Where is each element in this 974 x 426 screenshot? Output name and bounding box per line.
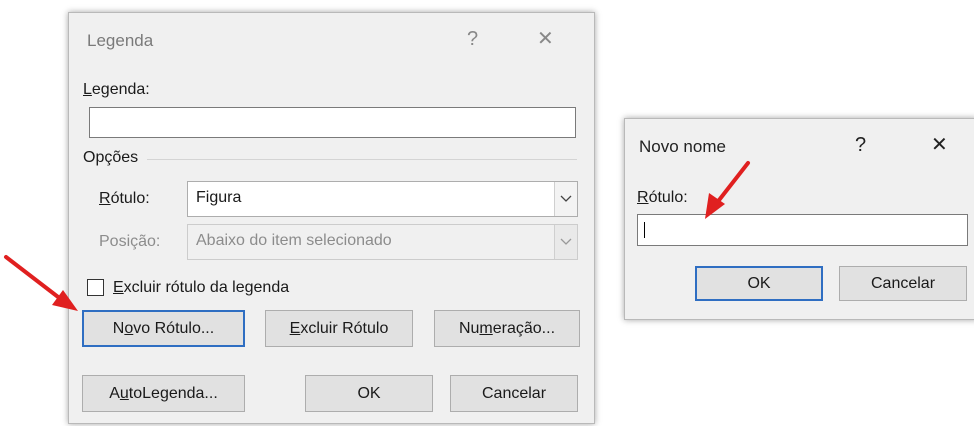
arrow-to-new-label-icon [4, 255, 78, 311]
annotation-arrows [4, 161, 750, 311]
arrow-to-new-name-input-icon [705, 161, 750, 219]
